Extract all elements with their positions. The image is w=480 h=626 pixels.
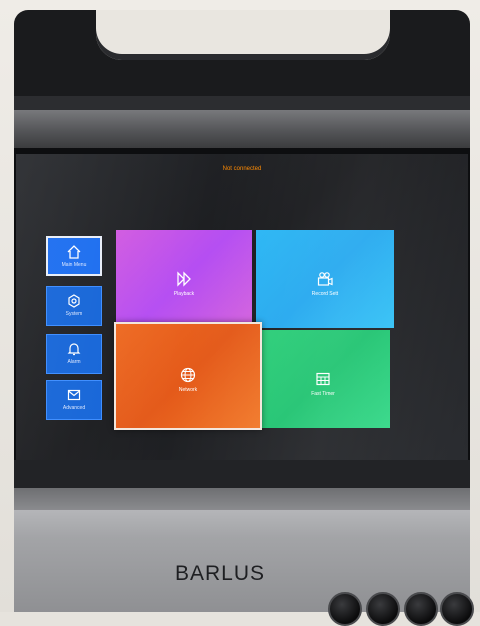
- calendar-grid-icon: [316, 372, 330, 386]
- device-steel-lip: [14, 488, 470, 510]
- home-icon: [67, 245, 81, 259]
- tile-label: Playback: [173, 291, 195, 297]
- sidebar-item-label: Main Menu: [61, 262, 87, 268]
- tile-label: Fast Timer: [311, 391, 335, 397]
- device-top-rail: [14, 96, 470, 110]
- sidebar-item-alarm[interactable]: Alarm: [46, 334, 102, 374]
- sidebar-item-advanced[interactable]: Advanced: [46, 380, 102, 420]
- control-knob[interactable]: [328, 592, 362, 626]
- brand-logo: BARLUS: [174, 562, 266, 585]
- device-lower-strip: [14, 460, 470, 488]
- sidebar-item-label: Advanced: [62, 405, 86, 411]
- sidebar-item-label: System: [65, 311, 83, 317]
- globe-icon: [180, 367, 196, 383]
- tile-label: Network: [178, 387, 198, 393]
- sidebar-item-main-menu[interactable]: Main Menu: [46, 236, 102, 276]
- control-knob[interactable]: [404, 592, 438, 626]
- fast-forward-icon: [177, 271, 191, 287]
- control-knob[interactable]: [440, 592, 474, 626]
- tile-label: Record Sett: [311, 291, 339, 297]
- sidebar-item-label: Alarm: [67, 359, 81, 365]
- tile-network[interactable]: Network: [114, 322, 262, 430]
- sidebar-item-system[interactable]: System: [46, 286, 102, 326]
- bell-icon: [67, 343, 81, 356]
- tile-playback[interactable]: Playback: [116, 230, 252, 328]
- control-knob[interactable]: [366, 592, 400, 626]
- connection-status: Not connected: [222, 166, 262, 172]
- device-handle-cutout: [96, 10, 390, 60]
- tile-fast-timer[interactable]: Fast Timer: [256, 330, 390, 428]
- gear-icon: [68, 294, 80, 308]
- tile-record-settings[interactable]: Record Sett: [256, 230, 394, 328]
- envelope-icon: [67, 389, 81, 401]
- dvr-screen: Not connected Main Menu System Alarm Adv…: [16, 154, 468, 460]
- video-camera-icon: [317, 272, 333, 286]
- device-bezel-band: [14, 110, 470, 148]
- device-top-housing: [14, 10, 470, 110]
